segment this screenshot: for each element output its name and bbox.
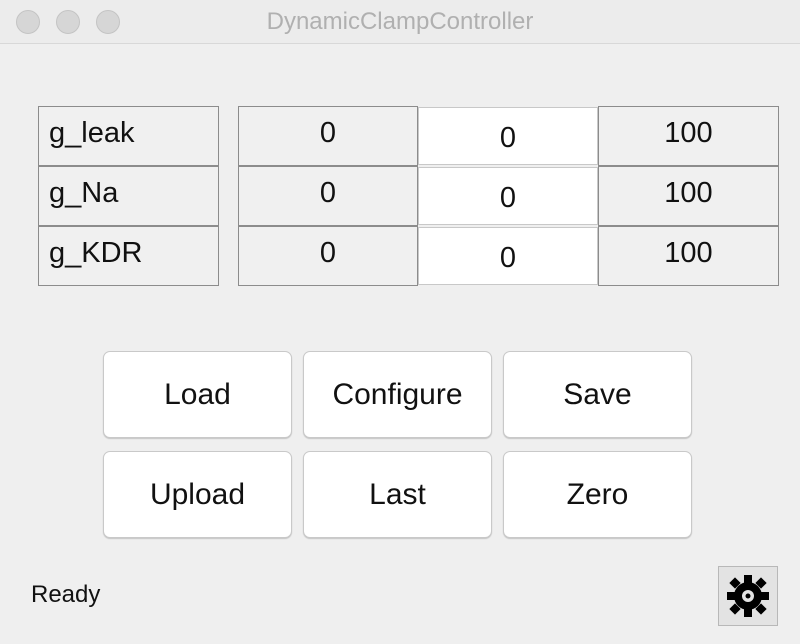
gear-icon: [727, 575, 769, 617]
param-name-g-na: g_Na: [38, 166, 219, 226]
param-min-g-leak: 0: [238, 106, 418, 166]
settings-button[interactable]: [718, 566, 778, 626]
title-bar: DynamicClampController: [0, 0, 800, 44]
param-value-input-g-leak[interactable]: 0: [418, 107, 598, 165]
status-text: Ready: [31, 581, 101, 608]
load-button[interactable]: Load: [103, 351, 292, 438]
param-max-g-kdr: 100: [598, 226, 779, 286]
param-name-g-kdr: g_KDR: [38, 226, 219, 286]
param-max-g-leak: 100: [598, 106, 779, 166]
last-button[interactable]: Last: [303, 451, 492, 538]
param-value-input-g-kdr[interactable]: 0: [418, 227, 598, 285]
param-value-input-g-na[interactable]: 0: [418, 167, 598, 225]
zero-button[interactable]: Zero: [503, 451, 692, 538]
save-button[interactable]: Save: [503, 351, 692, 438]
window-title: DynamicClampController: [266, 8, 534, 35]
upload-button[interactable]: Upload: [103, 451, 292, 538]
app-window: DynamicClampController g_leak 0 0 100 g_…: [0, 0, 800, 644]
configure-button[interactable]: Configure: [303, 351, 492, 438]
param-min-g-kdr: 0: [238, 226, 418, 286]
param-min-g-na: 0: [238, 166, 418, 226]
param-max-g-na: 100: [598, 166, 779, 226]
param-name-g-leak: g_leak: [38, 106, 219, 166]
